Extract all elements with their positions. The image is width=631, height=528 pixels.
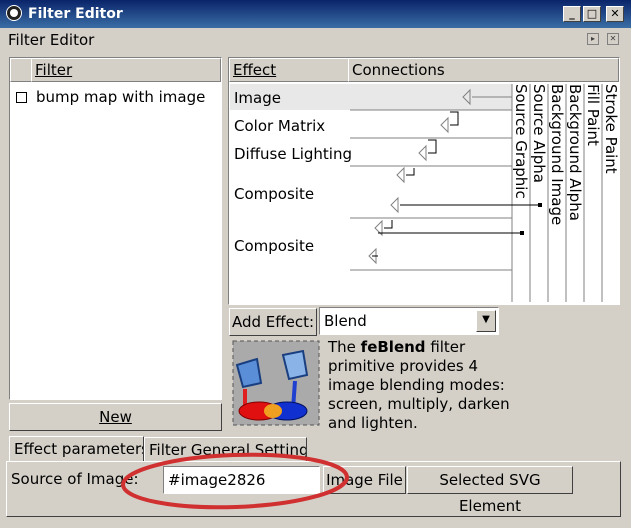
effect-description: The feBlend filter primitive provides 4 … (328, 338, 510, 432)
effect-type-select[interactable]: Blend ▼ (319, 307, 499, 335)
feblend-illustration-icon (232, 340, 320, 426)
add-effect-button[interactable]: Add Effect: (229, 308, 317, 336)
selected-svg-element-button[interactable]: Selected SVG Element (407, 466, 573, 515)
input-stroke-paint[interactable]: Stroke Paint (602, 84, 620, 174)
input-source-alpha[interactable]: Source Alpha (530, 84, 548, 183)
input-source-graphic[interactable]: Source Graphic (512, 84, 530, 199)
input-fill-paint[interactable]: Fill Paint (584, 84, 602, 146)
effect-name: feBlend (360, 338, 426, 356)
chevron-down-icon[interactable]: ▼ (476, 310, 496, 332)
annotation-ellipse (121, 452, 349, 510)
input-background-image[interactable]: Background Image (548, 84, 566, 225)
input-background-alpha[interactable]: Background Alpha (566, 84, 584, 221)
effect-type-value: Blend (324, 312, 367, 330)
